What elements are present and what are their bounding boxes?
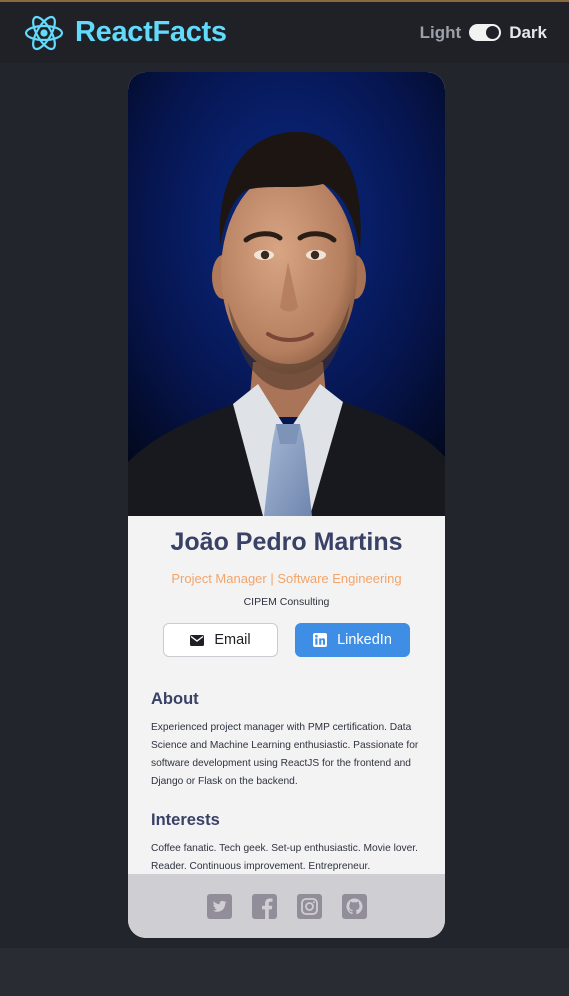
facebook-icon[interactable]: [251, 893, 277, 919]
about-section: About Experienced project manager with P…: [128, 690, 445, 791]
email-button-label: Email: [214, 632, 251, 648]
theme-toggle: Light Dark: [420, 23, 547, 43]
instagram-icon[interactable]: [296, 893, 322, 919]
interests-text: Coffee fanatic. Tech geek. Set-up enthus…: [151, 843, 418, 872]
contact-buttons: Email LinkedIn: [128, 623, 445, 657]
toggle-dark-label: Dark: [509, 22, 547, 42]
profile-photo: [128, 72, 445, 516]
profile-card: João Pedro Martins Project Manager | Sof…: [128, 72, 445, 938]
profile-company: CIPEM Consulting: [243, 596, 330, 608]
envelope-icon: [190, 634, 205, 646]
linkedin-button-label: LinkedIn: [337, 632, 392, 648]
linkedin-icon: [313, 633, 328, 647]
page-bottom-bar: [0, 948, 569, 996]
profile-title: Project Manager | Software Engineering: [171, 571, 402, 586]
about-text: Experienced project manager with PMP cer…: [151, 722, 419, 787]
interests-heading: Interests: [151, 811, 220, 829]
react-atom-icon: [24, 15, 64, 50]
about-heading: About: [151, 690, 199, 708]
interests-section: Interests Coffee fanatic. Tech geek. Set…: [128, 811, 445, 876]
navbar: ReactFacts Light Dark: [0, 2, 569, 63]
theme-switch[interactable]: [469, 24, 502, 41]
github-icon[interactable]: [341, 893, 367, 919]
brand[interactable]: ReactFacts: [24, 13, 227, 53]
linkedin-button[interactable]: LinkedIn: [295, 623, 410, 657]
switch-knob: [486, 26, 500, 39]
brand-name: ReactFacts: [75, 16, 227, 48]
toggle-light-label: Light: [419, 22, 462, 42]
email-button[interactable]: Email: [163, 623, 278, 657]
twitter-icon[interactable]: [206, 893, 232, 919]
profile-info: João Pedro Martins Project Manager | Sof…: [128, 516, 445, 657]
profile-name: João Pedro Martins: [170, 528, 403, 556]
social-footer: [128, 874, 445, 938]
